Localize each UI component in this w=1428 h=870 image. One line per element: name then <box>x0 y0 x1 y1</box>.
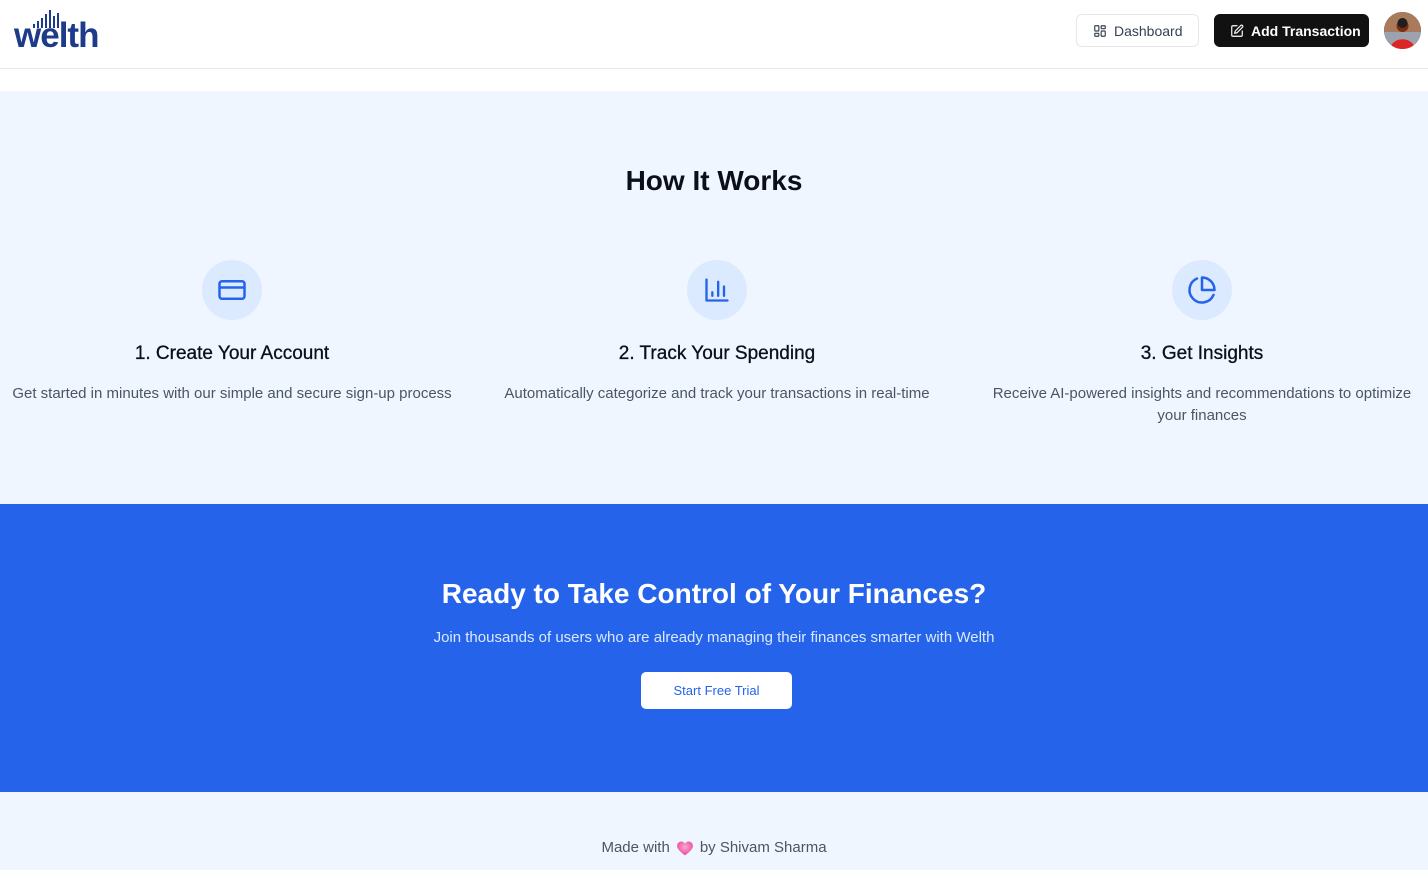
step-title: 1. Create Your Account <box>134 343 330 364</box>
start-free-trial-button[interactable]: Start Free Trial <box>641 672 792 709</box>
step-icon-circle <box>687 260 747 320</box>
layout-dashboard-icon <box>1094 24 1106 37</box>
logo-text: welth <box>14 16 99 55</box>
step-description: Receive AI-powered insights and recommen… <box>992 385 1412 424</box>
step-title: 2. Track Your Spending <box>618 343 816 364</box>
footer-credit: Made with by Shivam Sharma <box>0 839 1428 856</box>
cta-section: Ready to Take Control of Your Finances? … <box>0 504 1428 792</box>
user-avatar[interactable] <box>1384 12 1421 49</box>
dashboard-label: Dashboard <box>1114 22 1183 39</box>
welth-logo[interactable]: welth <box>14 8 114 56</box>
add-transaction-button[interactable]: Add Transaction <box>1214 14 1369 47</box>
pen-square-icon <box>1231 24 1244 37</box>
avatar-image <box>1384 12 1421 49</box>
step-description: Get started in minutes with our simple a… <box>12 385 452 402</box>
dashboard-button[interactable]: Dashboard <box>1076 14 1199 47</box>
step-get-insights: 3. Get Insights Receive AI-powered insig… <box>982 260 1422 427</box>
step-icon-circle <box>1172 260 1232 320</box>
author-credit: by Shivam Sharma <box>699 839 827 856</box>
add-transaction-label: Add Transaction <box>1251 22 1361 39</box>
step-track-spending: 2. Track Your Spending Automatically cat… <box>497 260 937 405</box>
step-create-account: 1. Create Your Account Get started in mi… <box>12 260 452 405</box>
how-it-works-title: How It Works <box>625 165 803 196</box>
step-description: Automatically categorize and track your … <box>504 385 930 402</box>
bar-chart-icon <box>705 278 729 302</box>
footer: Made with by Shivam Sharma <box>0 792 1428 870</box>
made-with-text: Made with <box>601 839 670 856</box>
how-it-works-section: How It Works 1. Create Your Account Get … <box>0 91 1428 504</box>
heart-icon <box>676 840 693 855</box>
step-title: 3. Get Insights <box>1140 343 1264 364</box>
cta-subtitle: Join thousands of users who are already … <box>433 629 995 646</box>
credit-card-icon <box>218 280 246 300</box>
top-navbar: welth Dashboard Add Transaction <box>0 0 1428 69</box>
cta-title: Ready to Take Control of Your Finances? <box>441 578 987 609</box>
step-icon-circle <box>202 260 262 320</box>
pie-chart-icon <box>1188 276 1216 304</box>
